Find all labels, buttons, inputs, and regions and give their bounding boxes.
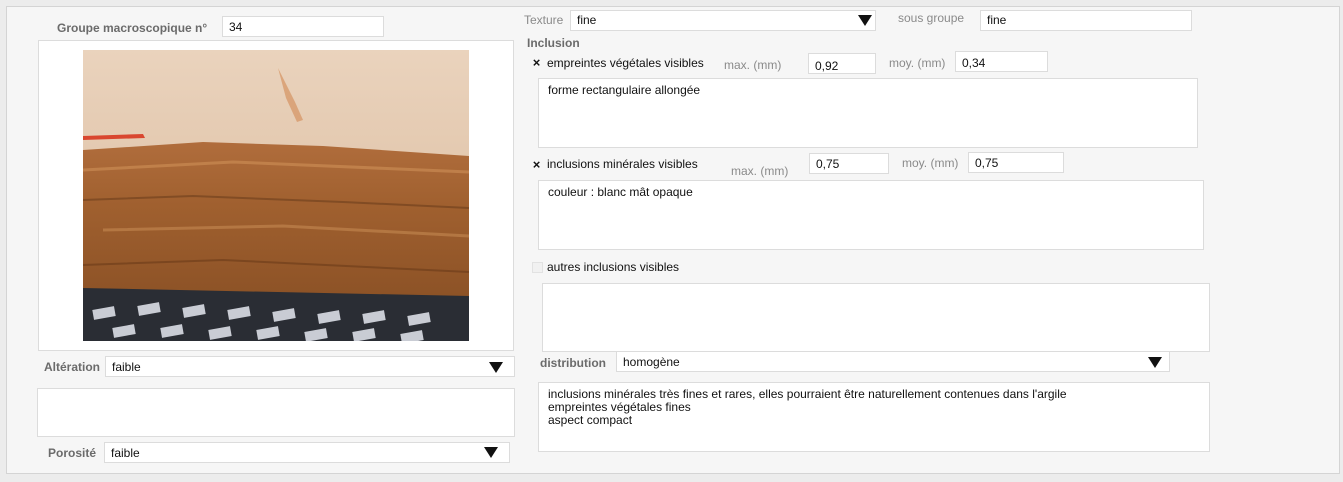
alteration-comment[interactable] [37,388,515,437]
empreintes-max-field[interactable]: 0,92 [808,53,876,74]
porosite-label: Porosité [48,446,97,460]
minerales-checkbox[interactable]: × [531,158,542,171]
empreintes-label: empreintes végétales visibles [547,56,704,70]
distribution-label: distribution [540,356,606,370]
autres-label: autres inclusions visibles [547,260,680,274]
minerales-moy-label: moy. (mm) [902,156,959,170]
empreintes-checkbox[interactable]: × [531,56,542,69]
minerales-label: inclusions minérales visibles [547,157,698,171]
groupe-number-field[interactable]: 34 [222,16,384,37]
minerales-moy-field[interactable]: 0,75 [968,152,1064,173]
sous-groupe-field[interactable]: fine [980,10,1192,31]
distribution-select[interactable]: homogène [616,351,1170,372]
autres-checkbox[interactable] [532,262,543,273]
alteration-select[interactable]: faible [105,356,515,377]
photo-frame [38,40,514,351]
empreintes-max-label: max. (mm) [724,58,782,72]
groupe-label: Groupe macroscopique n° [57,21,208,35]
empreintes-comment[interactable]: forme rectangulaire allongée [538,78,1198,148]
sample-photo [83,50,469,341]
distribution-dropdown-icon[interactable] [1148,357,1162,368]
texture-label: Texture [524,13,564,27]
minerales-max-label: max. (mm) [731,164,789,178]
alteration-dropdown-icon[interactable] [489,362,503,373]
minerales-max-field[interactable]: 0,75 [809,153,889,174]
texture-dropdown-icon[interactable] [858,15,872,26]
porosite-dropdown-icon[interactable] [484,447,498,458]
texture-select[interactable]: fine [570,10,876,31]
porosite-select[interactable]: faible [104,442,510,463]
autres-comment[interactable] [542,283,1210,352]
sous-groupe-label: sous groupe [898,11,965,25]
inclusion-heading: Inclusion [527,36,580,50]
minerales-comment[interactable]: couleur : blanc mât opaque [538,180,1204,250]
empreintes-moy-field[interactable]: 0,34 [955,51,1048,72]
distribution-comment[interactable]: inclusions minérales très fines et rares… [538,382,1210,452]
empreintes-moy-label: moy. (mm) [889,56,946,70]
alteration-label: Altération [44,360,101,374]
